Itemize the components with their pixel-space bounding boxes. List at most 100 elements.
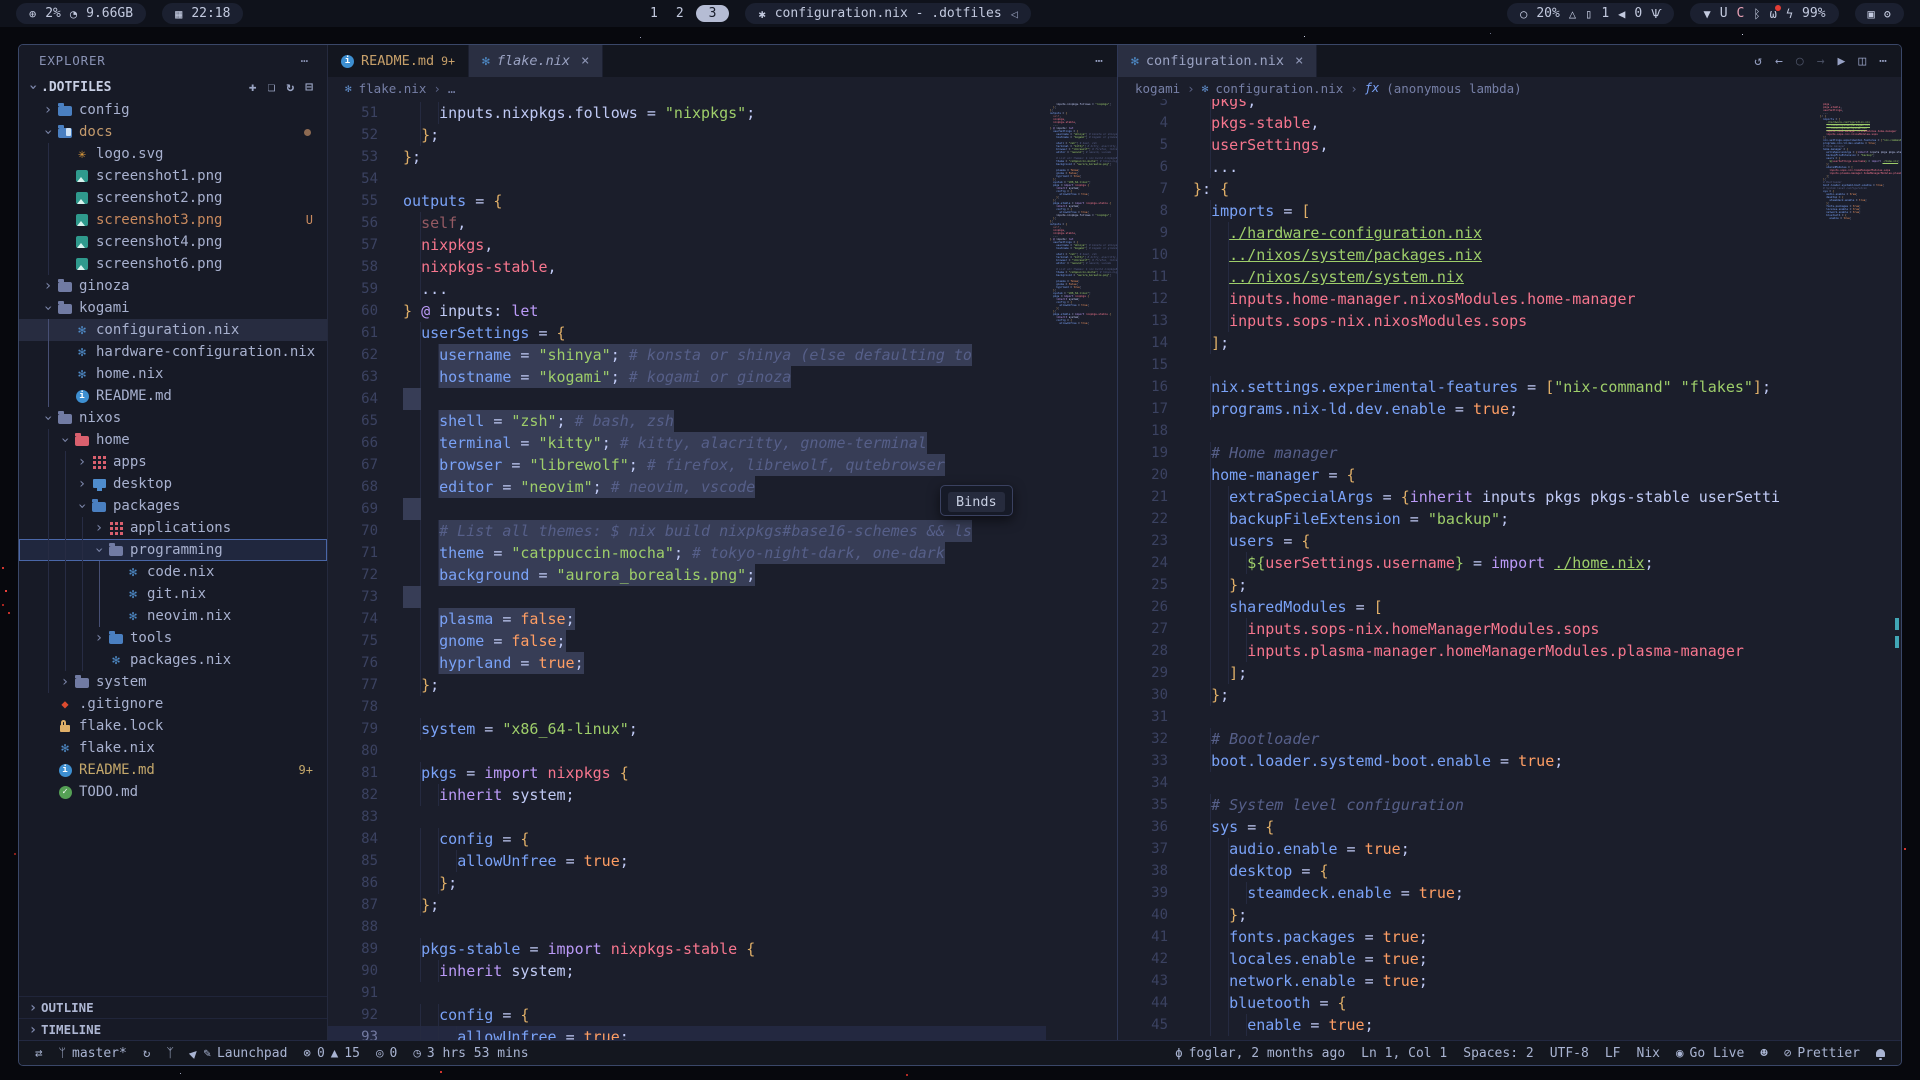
tray-pill[interactable]: ▼UCᛒωϟ99% (1690, 3, 1838, 24)
ports-button[interactable]: ◎0 (368, 1041, 405, 1065)
tree-item-gitignore[interactable]: ◆.gitignore (19, 693, 327, 715)
close-icon[interactable]: × (1295, 53, 1303, 69)
next-change-icon[interactable]: → (1817, 54, 1825, 69)
workspace-1[interactable]: 1 (644, 6, 664, 21)
rocket-icon[interactable]: ▶ (187, 1046, 201, 1060)
git-branch-button[interactable]: ᛘmaster* (51, 1041, 135, 1065)
workspace-2[interactable]: 2 (670, 6, 690, 21)
nav-back-icon[interactable]: ← (1775, 54, 1783, 69)
github-button[interactable]: ☻ (1752, 1041, 1776, 1065)
cpu-icon[interactable]: ⊕ (29, 8, 36, 20)
tree-item-todo-md[interactable]: ✓TODO.md (19, 781, 327, 803)
breadcrumb-item[interactable]: configuration.nix (1215, 81, 1343, 96)
power-icon[interactable]: ʘ (1884, 8, 1891, 20)
tree-item-screenshot4-png[interactable]: screenshot4.png (19, 231, 327, 253)
notifications-button[interactable] (1868, 1041, 1893, 1065)
tree-item-hardware-configuration-nix[interactable]: ✻hardware-configuration.nix (19, 341, 327, 363)
timeline-section[interactable]: TIMELINE (19, 1018, 327, 1040)
radio-tower-icon[interactable]: ◎ (376, 1047, 384, 1060)
remote-button[interactable]: ⇄ (27, 1041, 51, 1065)
close-icon[interactable]: × (581, 53, 589, 69)
calendar-icon[interactable]: ▦ (175, 8, 182, 20)
clock-pill[interactable]: ▦22:18 (162, 3, 243, 24)
tab-configuration-nix[interactable]: ✻configuration.nix× (1118, 45, 1317, 77)
remote-icon[interactable]: ⇄ (35, 1047, 43, 1060)
sync-icon[interactable]: ↻ (143, 1047, 151, 1060)
mic-icon[interactable]: Ѱ (1651, 8, 1661, 20)
tree-item-screenshot2-png[interactable]: screenshot2.png (19, 187, 327, 209)
language-mode[interactable]: Nix (1629, 1041, 1668, 1065)
bluetooth-icon[interactable]: ᛒ (1753, 8, 1760, 20)
tab-readme-md[interactable]: iREADME.md9+ (328, 45, 469, 77)
tree-item-readme-md[interactable]: iREADME.md9+ (19, 759, 327, 781)
pin-icon[interactable]: ◁ (1011, 8, 1018, 20)
workspace-root-row[interactable]: .DOTFILES ✚❏↻⊟ (19, 75, 327, 99)
clock-icon[interactable]: ◷ (413, 1047, 421, 1060)
go-live-button[interactable]: ◉Go Live (1668, 1041, 1752, 1065)
volume-muted-icon[interactable]: ◀ (1618, 8, 1625, 20)
kitty-tray-icon[interactable]: ω (1770, 8, 1777, 20)
system-stats-pill[interactable]: ⊕2%◔9.66GB (16, 3, 146, 24)
tree-item-flake-nix[interactable]: ✻flake.nix (19, 737, 327, 759)
memory-icon[interactable]: ◔ (70, 8, 77, 20)
tree-item-screenshot6-png[interactable]: screenshot6.png (19, 253, 327, 275)
tab-flake-nix[interactable]: ✻flake.nix× (469, 45, 603, 77)
collapse-icon[interactable]: ⊟ (305, 80, 313, 95)
tree-item-flake-lock[interactable]: flake.lock (19, 715, 327, 737)
session-pill[interactable]: ▣ʘ (1855, 3, 1904, 24)
window-title-pill[interactable]: ✱configuration.nix - .dotfiles◁ (745, 3, 1030, 24)
workspace-3[interactable]: 3 (696, 5, 730, 22)
tree-item-readme-md[interactable]: iREADME.md (19, 385, 327, 407)
branch-icon[interactable]: ᛘ (59, 1047, 67, 1060)
error-icon[interactable]: ⊗ (303, 1047, 311, 1060)
run-icon[interactable]: ▶ (1838, 54, 1846, 69)
wifi-tray-icon[interactable]: ▼ (1703, 8, 1710, 20)
new-file-icon[interactable]: ✚ (249, 80, 257, 95)
cursor-position[interactable]: Ln 1, Col 1 (1353, 1041, 1455, 1065)
split-editor-icon[interactable]: ◫ (1858, 54, 1866, 69)
prev-change-icon[interactable]: ○ (1796, 54, 1804, 69)
tree-item-logo-svg[interactable]: ✳logo.svg (19, 143, 327, 165)
breadcrumb-item[interactable]: … (448, 81, 456, 96)
tree-item-kogami[interactable]: kogami (19, 297, 327, 319)
git-graph-icon[interactable]: ᛉ (166, 1047, 174, 1060)
person-icon[interactable]: ϕ (1175, 1047, 1183, 1060)
wifi-icon[interactable]: △ (1569, 8, 1576, 20)
brightness-icon[interactable]: ○ (1520, 8, 1527, 20)
tree-item-nixos[interactable]: nixos (19, 407, 327, 429)
minimap[interactable]: inputs.nixpkgs.follows = "nixpkgs"; };};… (1046, 99, 1117, 1040)
tree-item-home[interactable]: home (19, 429, 327, 451)
eol-sequence[interactable]: LF (1597, 1041, 1629, 1065)
tree-item-ginoza[interactable]: ginoza (19, 275, 327, 297)
breadcrumb-item[interactable]: flake.nix (359, 81, 427, 96)
plug-icon[interactable]: ϟ (1786, 8, 1793, 20)
broadcast-icon[interactable]: ◉ (1676, 1047, 1684, 1060)
coding-time-button[interactable]: ◷3 hrs 53 mins (405, 1041, 536, 1065)
tree-item-screenshot1-png[interactable]: screenshot1.png (19, 165, 327, 187)
bell-icon[interactable] (1876, 1049, 1885, 1057)
tree-item-screenshot3-png[interactable]: screenshot3.pngU (19, 209, 327, 231)
more-icon[interactable]: ⋯ (1879, 54, 1887, 69)
history-icon[interactable]: ↺ (1754, 54, 1762, 69)
breadcrumb-item[interactable]: kogami (1135, 81, 1180, 96)
outline-section[interactable]: OUTLINE (19, 996, 327, 1018)
git-sync-button[interactable]: ↻ (135, 1041, 159, 1065)
tree-item-docs[interactable]: docs (19, 121, 327, 143)
more-actions-icon[interactable]: ⋯ (301, 53, 309, 68)
github-icon[interactable]: ☻ (1760, 1047, 1768, 1060)
prettier-icon[interactable]: ⊘ (1784, 1047, 1792, 1060)
pen-icon[interactable]: ✎ (203, 1047, 211, 1060)
tree-item-home-nix[interactable]: ✻home.nix (19, 363, 327, 385)
problems-button[interactable]: ⊗0▲15 (295, 1041, 368, 1065)
clipboard-icon[interactable]: ▣ (1868, 8, 1875, 20)
tree-item-configuration-nix[interactable]: ✻configuration.nix (19, 319, 327, 341)
prettier-button[interactable]: ⊘Prettier (1776, 1041, 1868, 1065)
new-folder-icon[interactable]: ❏ (268, 80, 276, 95)
git-blame-item[interactable]: ϕfoglar, 2 months ago (1167, 1041, 1353, 1065)
warning-icon[interactable]: ▲ (331, 1047, 339, 1060)
minimap[interactable]: pkgs, pkgs-stable, userSettings, ...}: {… (1816, 99, 1901, 1040)
indentation[interactable]: Spaces: 2 (1455, 1041, 1541, 1065)
quick-status-pill[interactable]: ○20%△▯1◀0Ѱ (1507, 3, 1674, 24)
breadcrumb-item[interactable]: (anonymous lambda) (1386, 81, 1521, 96)
more-icon[interactable]: ⋯ (1095, 54, 1103, 69)
